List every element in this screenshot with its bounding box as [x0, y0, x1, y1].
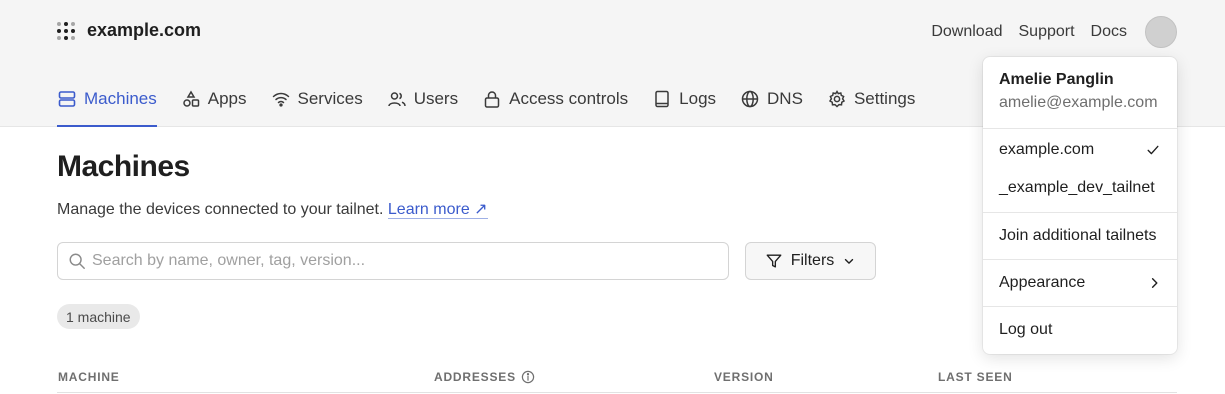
- divider: [983, 128, 1177, 129]
- search-box[interactable]: [57, 242, 729, 280]
- tab-label: DNS: [767, 89, 803, 108]
- tab-dns[interactable]: DNS: [740, 86, 803, 127]
- tab-label: Services: [297, 89, 363, 108]
- tab-users[interactable]: Users: [387, 86, 458, 127]
- tab-apps[interactable]: Apps: [181, 86, 247, 127]
- search-input[interactable]: [92, 252, 692, 270]
- logout-item[interactable]: Log out: [999, 321, 1161, 339]
- account-dropdown: Amelie Panglin amelie@example.com exampl…: [983, 57, 1177, 354]
- users-icon: [387, 92, 406, 107]
- tab-label: Settings: [853, 89, 916, 108]
- logout-label: Log out: [999, 321, 1053, 338]
- account-info: Amelie Panglin amelie@example.com: [999, 71, 1158, 112]
- divider: [983, 212, 1177, 213]
- info-icon[interactable]: [521, 370, 535, 384]
- filters-label: Filters: [790, 252, 835, 269]
- avatar[interactable]: [1145, 16, 1177, 48]
- column-label: VERSION: [714, 370, 774, 384]
- column-machine[interactable]: MACHINE: [58, 370, 120, 384]
- brand-name: example.com: [87, 20, 202, 40]
- machine-count-badge: 1 machine: [57, 304, 140, 329]
- lock-icon: [484, 91, 500, 108]
- appearance-item[interactable]: Appearance: [999, 274, 1161, 292]
- tailnet-label: _example_dev_tailnet: [999, 179, 1155, 196]
- tab-label: Machines: [84, 89, 157, 108]
- page-title: Machines: [57, 150, 190, 183]
- globe-icon: [741, 90, 759, 108]
- tab-label: Logs: [679, 89, 717, 108]
- wifi-icon: [272, 92, 289, 107]
- chevron-down-icon: [845, 258, 854, 264]
- logs-icon: [655, 90, 669, 108]
- docs-link[interactable]: Docs: [1091, 23, 1127, 41]
- tab-machines[interactable]: Machines: [57, 86, 157, 127]
- join-label: Join additional tailnets: [999, 227, 1157, 244]
- tab-label: Apps: [207, 89, 247, 108]
- gear-icon: [828, 90, 846, 108]
- subtitle-text: Manage the devices connected to your tai…: [57, 201, 384, 218]
- column-label: ADDRESSES: [434, 370, 516, 384]
- top-links: Download Support Docs: [931, 16, 1177, 48]
- brand[interactable]: example.com: [57, 20, 201, 41]
- main-nav: Machines Apps Services Users Access cont…: [57, 86, 939, 127]
- appearance-label: Appearance: [999, 274, 1086, 291]
- tab-services[interactable]: Services: [271, 86, 363, 127]
- column-version[interactable]: VERSION: [714, 370, 774, 384]
- divider: [983, 259, 1177, 260]
- learn-more-link[interactable]: Learn more ↗: [387, 201, 488, 219]
- chevron-right-icon: [1151, 278, 1158, 288]
- account-email: amelie@example.com: [999, 94, 1158, 111]
- column-label: LAST SEEN: [938, 370, 1013, 384]
- column-label: MACHINE: [58, 370, 120, 384]
- apps-icon: [183, 90, 200, 107]
- search-icon: [69, 253, 85, 269]
- column-last-seen[interactable]: LAST SEEN: [938, 370, 1013, 384]
- tab-label: Access controls: [509, 89, 629, 108]
- support-link[interactable]: Support: [1019, 23, 1075, 41]
- table-header: MACHINE ADDRESSES VERSION LAST SEEN: [57, 368, 1177, 393]
- tab-settings[interactable]: Settings: [827, 86, 915, 127]
- tab-logs[interactable]: Logs: [652, 86, 716, 127]
- tailnet-option-dev[interactable]: _example_dev_tailnet: [999, 179, 1161, 197]
- filter-icon: [766, 254, 782, 268]
- tab-label: Users: [413, 89, 459, 108]
- account-name: Amelie Panglin: [999, 71, 1114, 88]
- divider: [983, 306, 1177, 307]
- tab-access-controls[interactable]: Access controls: [482, 86, 628, 127]
- tailscale-logo-icon: [57, 21, 75, 40]
- tailnet-option-example-com[interactable]: example.com: [999, 141, 1161, 159]
- page-subtitle: Manage the devices connected to your tai…: [57, 199, 488, 219]
- column-addresses[interactable]: ADDRESSES: [434, 370, 535, 384]
- tailnet-label: example.com: [999, 141, 1095, 158]
- check-icon: [1147, 145, 1159, 155]
- server-icon: [58, 91, 76, 107]
- filters-button[interactable]: Filters: [745, 242, 876, 280]
- download-link[interactable]: Download: [931, 23, 1002, 41]
- join-tailnets-item[interactable]: Join additional tailnets: [999, 227, 1161, 245]
